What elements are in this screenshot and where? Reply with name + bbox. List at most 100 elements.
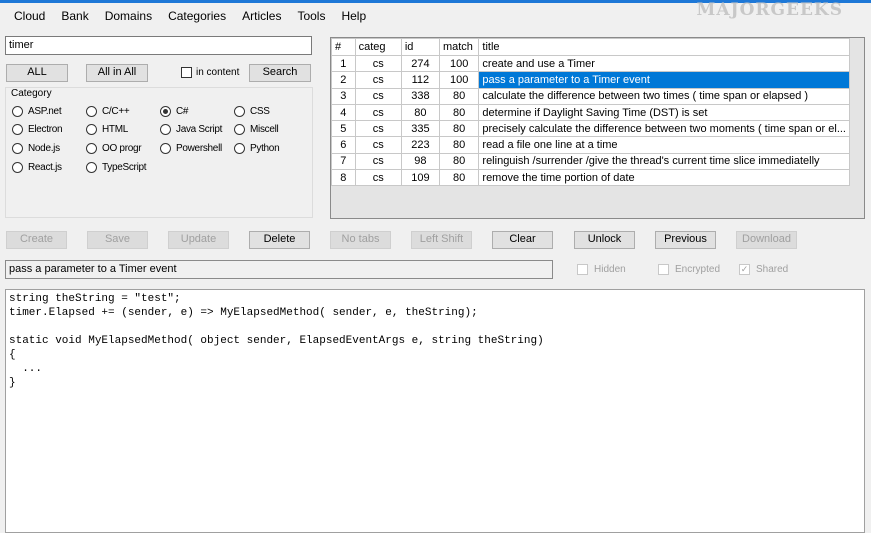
save-button[interactable]: Save [87,231,148,249]
cell-id: 80 [400,103,440,122]
title-input[interactable]: pass a parameter to a Timer event [5,260,553,279]
cell-title: relinguish /surrender /give the thread's… [478,152,850,171]
radio-label: C# [176,106,189,117]
radio-circle[interactable] [160,143,171,154]
menu-item-tools[interactable]: Tools [289,8,333,24]
search-input[interactable]: timer [5,36,312,55]
clear-button[interactable]: Clear [492,231,553,249]
in-content-checkbox[interactable]: in content [181,67,239,78]
radio-miscell[interactable]: Miscell [234,124,279,135]
radio-circle[interactable] [234,124,245,135]
radio-css[interactable]: CSS [234,106,270,117]
checkbox-box[interactable] [577,264,588,275]
cell-categ: cs [354,54,402,73]
radio-label: TypeScript [102,162,147,173]
radio-circle[interactable] [86,124,97,135]
search-button[interactable]: Search [249,64,311,82]
radio-circle[interactable] [160,106,171,117]
shared-checkbox[interactable]: ✓ Shared [739,264,788,275]
menu-item-cloud[interactable]: Cloud [6,8,53,24]
all-in-all-button[interactable]: All in All [86,64,148,82]
menu-item-domains[interactable]: Domains [97,8,160,24]
radio-react-js[interactable]: React.js [12,162,62,173]
code-editor[interactable]: string theString = "test"; timer.Elapsed… [5,289,865,533]
radio-label: ASP.net [28,106,62,117]
radio-circle[interactable] [234,106,245,117]
cell-number: 2 [331,71,356,89]
cell-number: 8 [331,169,356,187]
previous-button[interactable]: Previous [655,231,716,249]
radio-circle[interactable] [12,143,23,154]
radio-circle[interactable] [12,162,23,173]
table-row[interactable]: 3 cs 338 80 calculate the difference between… [331,87,850,105]
menu-item-categories[interactable]: Categories [160,8,234,24]
table-row[interactable]: 1 cs 274 100 create and use a Timer [331,54,850,73]
radio-label: Node.js [28,143,60,154]
cell-categ: cs [354,152,402,171]
column-header-title[interactable]: title [478,38,850,56]
encrypted-checkbox[interactable]: Encrypted [658,264,720,275]
checkbox-box[interactable] [181,67,192,78]
radio-circle[interactable] [86,106,97,117]
encrypted-label: Encrypted [675,264,721,275]
results-table: # categ id match title 1 cs 274 100 create and us… [331,38,850,187]
radio-circle[interactable] [12,106,23,117]
radio-c-[interactable]: C# [160,106,188,117]
download-button[interactable]: Download [736,231,797,249]
checkbox-box[interactable] [658,264,669,275]
cell-title: determine if Daylight Saving Time (DST) … [478,103,850,122]
unlock-button[interactable]: Unlock [574,231,635,249]
cell-match: 80 [438,120,480,138]
cell-id: 335 [400,120,440,138]
column-header-match[interactable]: match [438,38,480,56]
radio-circle[interactable] [12,124,23,135]
table-row[interactable]: 6 cs 223 80 read a file one line at a time [331,136,850,154]
radio-node-js[interactable]: Node.js [12,143,60,154]
table-row[interactable]: 4 cs 80 80 determine if Daylight Saving Time… [331,103,850,122]
column-header-number[interactable]: # [331,38,356,56]
radio-electron[interactable]: Electron [12,124,63,135]
radio-typescript[interactable]: TypeScript [86,162,147,173]
radio-c-c-[interactable]: C/C++ [86,106,130,117]
majorgeeks-watermark-logo: MAJORGEEKS [696,0,843,20]
radio-oo-progr[interactable]: OO progr [86,143,142,154]
left-shift-button[interactable]: Left Shift [411,231,472,249]
cell-match: 100 [438,71,480,89]
menu-item-help[interactable]: Help [333,8,374,24]
column-header-id[interactable]: id [400,38,440,56]
cell-number: 7 [331,152,356,171]
menu-item-bank[interactable]: Bank [53,8,96,24]
cell-categ: cs [354,103,402,122]
in-content-label: in content [196,67,240,78]
table-row[interactable]: 5 cs 335 80 precisely calculate the differen… [331,120,850,138]
cell-number: 6 [331,136,356,154]
radio-circle[interactable] [86,162,97,173]
cell-categ: cs [354,71,402,89]
table-row[interactable]: 8 cs 109 80 remove the time portion of date [331,169,850,187]
category-label: Category [11,88,52,99]
column-header-categ[interactable]: categ [354,38,402,56]
radio-asp-net[interactable]: ASP.net [12,106,62,117]
delete-button[interactable]: Delete [249,231,310,249]
radio-label: CSS [250,106,270,117]
radio-java-script[interactable]: Java Script [160,124,222,135]
checkbox-box[interactable]: ✓ [739,264,750,275]
table-row[interactable]: 7 cs 98 80 relinguish /surrender /give the t… [331,152,850,171]
hidden-checkbox[interactable]: Hidden [577,264,626,275]
radio-powershell[interactable]: Powershell [160,143,222,154]
table-row[interactable]: 2 cs 112 100 pass a parameter to a Timer eve… [331,71,850,89]
radio-html[interactable]: HTML [86,124,128,135]
menu-item-articles[interactable]: Articles [234,8,289,24]
radio-circle[interactable] [86,143,97,154]
cell-match: 100 [438,54,480,73]
radio-circle[interactable] [160,124,171,135]
cell-categ: cs [354,120,402,138]
radio-label: Miscell [250,124,279,135]
all-button[interactable]: ALL [6,64,68,82]
cell-number: 4 [331,103,356,122]
create-button[interactable]: Create [6,231,67,249]
no-tabs-button[interactable]: No tabs [330,231,391,249]
radio-circle[interactable] [234,143,245,154]
update-button[interactable]: Update [168,231,229,249]
radio-python[interactable]: Python [234,143,280,154]
